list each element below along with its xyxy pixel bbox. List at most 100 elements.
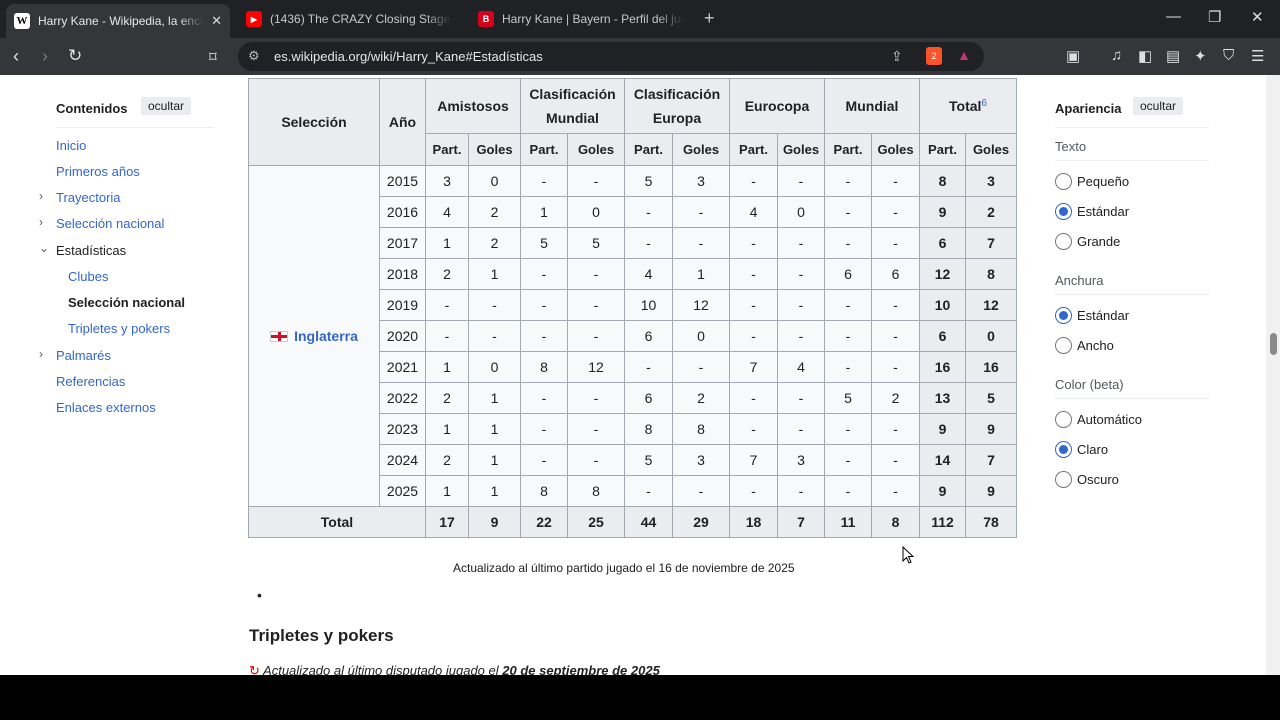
radio-label[interactable]: Oscuro [1077,472,1119,487]
brave-rewards-icon[interactable]: ▲ [957,47,971,63]
radio-text-standard[interactable] [1055,203,1072,220]
toc-item-clubes[interactable]: Clubes [68,269,108,284]
stat-cell: 2 [468,227,521,259]
menu-icon[interactable]: ☰ [1251,47,1264,65]
chevron-right-icon[interactable]: › [39,189,43,203]
chevron-right-icon[interactable]: › [39,215,43,229]
media-icon[interactable]: ♫ [1111,47,1122,64]
tab-transfermarkt[interactable]: B Harry Kane | Bayern - Perfil del jugad… [470,6,692,32]
radio-label[interactable]: Claro [1077,442,1108,457]
close-tab-icon[interactable]: ✕ [211,13,222,29]
radio-width-wide[interactable] [1055,337,1072,354]
stat-cell: - [871,351,920,383]
brave-shields-icon[interactable]: 2 [926,47,942,65]
toc-item-seleccion-nacional-current[interactable]: Selección nacional [68,295,185,310]
youtube-icon: ▶ [246,11,262,27]
tab-youtube[interactable]: ▶ (1436) The CRAZY Closing Stage of the [238,6,460,32]
page-scrollbar[interactable] [1266,75,1280,675]
stat-cell: 5 [824,382,872,414]
radio-label[interactable]: Estándar [1077,204,1129,219]
row-total-cell: 5 [965,382,1017,414]
subheader-goles: Goles [965,133,1017,166]
stat-cell: 1 [672,258,730,290]
stat-cell: - [777,320,825,352]
maximize-icon[interactable]: ❐ [1208,8,1221,26]
radio-label[interactable]: Automático [1077,412,1142,427]
subheader-part: Part. [824,133,872,166]
toc-item-palmares[interactable]: Palmarés [56,348,111,363]
stat-cell: 1 [425,351,469,383]
appearance-title: Apariencia [1055,101,1122,116]
chevron-down-icon[interactable]: ⌄ [39,241,49,255]
stat-cell: - [567,413,625,445]
toc-item-estadisticas[interactable]: Estadísticas [56,243,126,258]
wallet-icon[interactable]: ▤ [1166,47,1180,65]
leo-ai-icon[interactable]: ✦ [1194,47,1207,65]
team-link[interactable]: Inglaterra [294,328,358,344]
stat-cell: - [824,165,872,197]
stat-cell: - [567,165,625,197]
scrollbar-thumb[interactable] [1270,333,1277,355]
stat-cell: 1 [468,258,521,290]
toc-item-enlaces-externos[interactable]: Enlaces externos [56,400,156,415]
stat-cell: - [729,227,778,259]
radio-label[interactable]: Grande [1077,234,1120,249]
tab-wikipedia[interactable]: W Harry Kane - Wikipedia, la enciclopedi… [6,4,230,38]
back-icon[interactable]: ‹ [13,46,19,67]
toc-item-trayectoria[interactable]: Trayectoria [56,190,121,205]
radio-color-dark[interactable] [1055,471,1072,488]
stat-cell: - [520,382,568,414]
reference-link[interactable]: 6 [981,98,987,109]
minimize-icon[interactable]: — [1166,8,1181,25]
reader-mode-icon[interactable]: ▣ [1066,47,1080,65]
subheader-part: Part. [729,133,778,166]
year-cell: 2025 [379,475,426,507]
toc-item-referencias[interactable]: Referencias [56,374,125,389]
toc-item-primeros-anos[interactable]: Primeros años [56,164,140,179]
stat-cell: 8 [520,351,568,383]
stat-cell: - [729,320,778,352]
share-icon[interactable]: ⇪ [891,48,903,65]
year-cell: 2022 [379,382,426,414]
stat-cell: - [425,289,469,321]
radio-text-large[interactable] [1055,233,1072,250]
radio-label[interactable]: Ancho [1077,338,1114,353]
toc-item-tripletes[interactable]: Tripletes y pokers [68,321,170,336]
header-total: Total6 [919,78,1017,134]
stat-cell: 2 [425,382,469,414]
radio-label[interactable]: Estándar [1077,308,1129,323]
radio-label[interactable]: Pequeño [1077,174,1129,189]
stat-cell: 3 [777,444,825,476]
stat-cell: - [624,351,673,383]
stat-cell: - [672,227,730,259]
close-window-icon[interactable]: ✕ [1251,8,1264,26]
new-tab-icon[interactable]: + [704,8,715,29]
row-total-cell: 6 [919,320,966,352]
stat-cell: 1 [425,475,469,507]
forward-icon[interactable]: › [42,46,48,67]
subheader-goles: Goles [567,133,625,166]
address-bar[interactable]: ⚙ es.wikipedia.org/wiki/Harry_Kane#Estad… [238,42,984,71]
sidebar-icon[interactable]: ◧ [1138,47,1152,65]
row-total-cell: 2 [965,196,1017,228]
toc-item-seleccion-nacional[interactable]: Selección nacional [56,216,164,231]
reload-icon[interactable]: ↻ [68,46,82,66]
toc-item-inicio[interactable]: Inicio [56,138,86,153]
appearance-hide-button[interactable]: ocultar [1133,97,1184,115]
bookmark-icon[interactable]: ⌑ [209,48,217,66]
toc-hide-button[interactable]: ocultar [141,97,192,115]
header-clasificacion-mundial: Clasificación Mundial [520,78,625,134]
chevron-right-icon[interactable]: › [39,347,43,361]
text-size-section: Texto [1055,139,1087,154]
grand-total-cell: 78 [965,506,1017,538]
radio-text-small[interactable] [1055,173,1072,190]
site-settings-icon[interactable]: ⚙ [248,48,260,64]
section-heading: Tripletes y pokers [249,626,394,645]
vpn-icon[interactable]: ⛉ [1223,47,1234,64]
browser-window: W Harry Kane - Wikipedia, la enciclopedi… [0,0,1280,720]
table-caption: Actualizado al último partido jugado el … [453,561,795,575]
stat-cell: 12 [672,289,730,321]
radio-width-standard[interactable] [1055,307,1072,324]
radio-color-light[interactable] [1055,441,1072,458]
radio-color-auto[interactable] [1055,411,1072,428]
